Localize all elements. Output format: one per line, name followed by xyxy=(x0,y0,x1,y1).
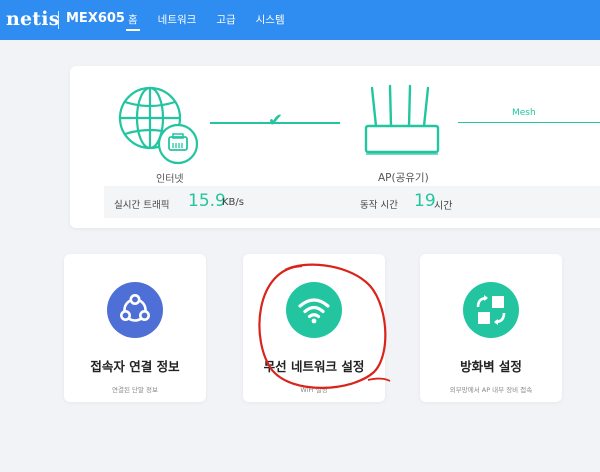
brand-logo: netis xyxy=(6,8,60,30)
nav-network[interactable]: 네트워크 xyxy=(158,0,197,40)
internet-label: 인터넷 xyxy=(156,174,184,185)
client-info-card[interactable]: 접속자 연결 정보 연결된 단말 정보 xyxy=(64,254,206,402)
firewall-settings-card[interactable]: 방화벽 설정 외부망에서 AP 내부 장비 접속 xyxy=(420,254,562,402)
nav-system[interactable]: 시스템 xyxy=(256,0,285,40)
brand-divider xyxy=(58,11,59,29)
nav-home[interactable]: 홈 xyxy=(126,0,140,40)
ap-label: AP(공유기) xyxy=(378,172,429,184)
card-title: 방화벽 설정 xyxy=(460,359,522,374)
traffic-unit: KB/s xyxy=(222,197,244,208)
status-info-bar: 실시간 트래픽 15.9 KB/s 동작 시간 19 시간 xyxy=(104,186,600,218)
card-subtitle: 외부망에서 AP 내부 장비 접속 xyxy=(449,386,533,394)
uptime-value: 19 xyxy=(414,191,436,211)
card-subtitle: 연결된 단말 정보 xyxy=(112,386,158,394)
uptime-label: 동작 시간 xyxy=(360,200,398,211)
card-title: 무선 네트워크 설정 xyxy=(263,359,365,374)
card-title: 접속자 연결 정보 xyxy=(90,359,180,374)
mesh-label: Mesh xyxy=(512,108,536,118)
share-icon xyxy=(107,282,163,338)
model-name: MEX605 xyxy=(66,11,125,26)
status-card: ✔ Mesh 인터넷 AP(공유기) 실시간 트래픽 15.9 KB/s 동작 … xyxy=(70,66,600,228)
wireless-settings-card[interactable]: 무선 네트워크 설정 WiFi 설정 xyxy=(243,254,385,402)
main-nav: 홈 네트워크 고급 시스템 xyxy=(126,0,305,40)
connected-check-icon: ✔ xyxy=(268,110,284,131)
mesh-link-line xyxy=(458,122,600,123)
uptime-unit: 시간 xyxy=(434,201,453,212)
traffic-label: 실시간 트래픽 xyxy=(114,200,170,211)
router-icon xyxy=(364,84,440,155)
wifi-icon xyxy=(286,282,342,338)
nav-advanced[interactable]: 고급 xyxy=(216,0,235,40)
top-bar: netis MEX605 홈 네트워크 고급 시스템 xyxy=(0,0,600,40)
firewall-icon xyxy=(463,282,519,338)
traffic-value: 15.9 xyxy=(188,191,226,211)
card-subtitle: WiFi 설정 xyxy=(300,386,328,394)
internet-globe-icon xyxy=(118,86,199,165)
